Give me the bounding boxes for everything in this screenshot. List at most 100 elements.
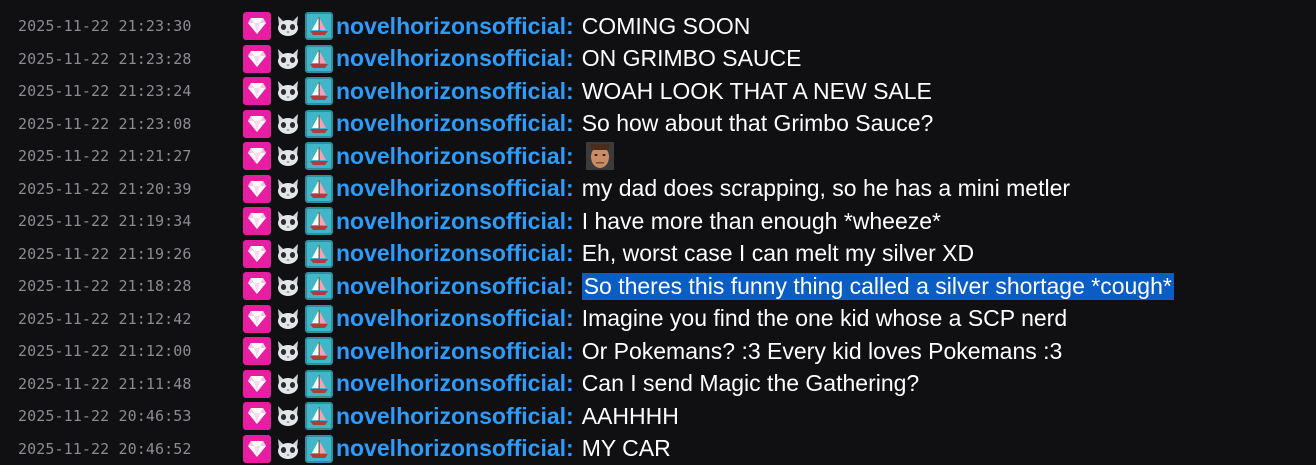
sailboat-icon[interactable] [305, 77, 333, 106]
cat-icon[interactable] [274, 240, 302, 268]
chat-message-row[interactable]: 2025-11-22 21:23:28 novelhorizonsofficial… [0, 43, 1316, 76]
gem-icon[interactable] [243, 239, 271, 268]
gem-icon[interactable] [243, 272, 271, 301]
cat-icon[interactable] [274, 435, 302, 463]
message-timestamp: 2025-11-22 21:12:42 [18, 309, 192, 328]
message-timestamp: 2025-11-22 21:23:24 [18, 82, 192, 101]
sailboat-icon[interactable] [305, 207, 333, 236]
message-text: Imagine you find the one kid whose a SCP… [581, 305, 1068, 332]
sailboat-icon[interactable] [305, 239, 333, 268]
message-text: Eh, worst case I can melt my silver XD [581, 240, 975, 267]
gem-icon[interactable] [243, 109, 271, 138]
chat-message-row[interactable]: 2025-11-22 21:12:42 novelhorizonsofficial… [0, 303, 1316, 336]
user-badges [243, 207, 333, 236]
username-link[interactable]: novelhorizonsofficial: [336, 435, 574, 462]
user-badges [243, 174, 333, 203]
gem-icon[interactable] [243, 77, 271, 106]
chat-message-row[interactable]: 2025-11-22 21:21:27 novelhorizonsofficial… [0, 140, 1316, 173]
message-timestamp: 2025-11-22 21:23:08 [18, 114, 192, 133]
user-badges [243, 109, 333, 138]
username-link[interactable]: novelhorizonsofficial: [336, 45, 574, 72]
chat-message-row[interactable]: 2025-11-22 21:23:30 novelhorizonsofficial… [0, 10, 1316, 43]
sailboat-icon[interactable] [305, 12, 333, 41]
sailboat-icon[interactable] [305, 174, 333, 203]
username-link[interactable]: novelhorizonsofficial: [336, 305, 574, 332]
gem-icon[interactable] [243, 434, 271, 463]
chat-message-row[interactable]: 2025-11-22 21:23:08 novelhorizonsofficial… [0, 108, 1316, 141]
username-link[interactable]: novelhorizonsofficial: [336, 143, 574, 170]
message-text: Can I send Magic the Gathering? [581, 370, 920, 397]
chat-message-row[interactable]: 2025-11-22 21:11:48 novelhorizonsofficial… [0, 368, 1316, 401]
sailboat-icon[interactable] [305, 304, 333, 333]
face-emote-icon [585, 142, 614, 171]
chat-message-row[interactable]: 2025-11-22 21:18:28 novelhorizonsofficial… [0, 270, 1316, 303]
gem-icon[interactable] [243, 12, 271, 41]
username-link[interactable]: novelhorizonsofficial: [336, 13, 574, 40]
sailboat-icon[interactable] [305, 109, 333, 138]
chat-log[interactable]: 2025-11-22 21:23:30 novelhorizonsofficial… [0, 0, 1316, 465]
username-link[interactable]: novelhorizonsofficial: [336, 240, 574, 267]
selected-message-text: So theres this funny thing called a silv… [581, 272, 1174, 300]
chat-message-row[interactable]: 2025-11-22 21:19:26 novelhorizonsofficial… [0, 238, 1316, 271]
username-link[interactable]: novelhorizonsofficial: [336, 370, 574, 397]
sailboat-icon[interactable] [305, 402, 333, 431]
gem-icon[interactable] [243, 207, 271, 236]
chat-message-row[interactable]: 2025-11-22 21:20:39 novelhorizonsofficial… [0, 173, 1316, 206]
sailboat-icon[interactable] [305, 337, 333, 366]
username-link[interactable]: novelhorizonsofficial: [336, 78, 574, 105]
gem-icon[interactable] [243, 369, 271, 398]
user-badges [243, 304, 333, 333]
cat-icon[interactable] [274, 142, 302, 170]
cat-icon[interactable] [274, 305, 302, 333]
user-badges [243, 239, 333, 268]
gem-icon[interactable] [243, 44, 271, 73]
gem-icon[interactable] [243, 174, 271, 203]
chat-message-row[interactable]: 2025-11-22 21:19:34 novelhorizonsofficial… [0, 205, 1316, 238]
cat-icon[interactable] [274, 207, 302, 235]
message-timestamp: 2025-11-22 21:19:34 [18, 212, 192, 231]
gem-icon[interactable] [243, 337, 271, 366]
message-text: AAHHHH [581, 402, 679, 429]
user-badges [243, 12, 333, 41]
username-link[interactable]: novelhorizonsofficial: [336, 208, 574, 235]
chat-message-row[interactable]: 2025-11-22 20:46:52 novelhorizonsofficial… [0, 433, 1316, 465]
username-link[interactable]: novelhorizonsofficial: [336, 110, 574, 137]
chat-message-row[interactable]: 2025-11-22 20:46:53 novelhorizonsofficial… [0, 400, 1316, 433]
cat-icon[interactable] [274, 402, 302, 430]
message-text: MY CAR [581, 435, 671, 462]
cat-icon[interactable] [274, 370, 302, 398]
message-text: COMING SOON [581, 12, 751, 39]
gem-icon[interactable] [243, 304, 271, 333]
user-badges [243, 337, 333, 366]
cat-icon[interactable] [274, 337, 302, 365]
message-text: So how about that Grimbo Sauce? [581, 110, 934, 137]
username-link[interactable]: novelhorizonsofficial: [336, 273, 574, 300]
message-timestamp: 2025-11-22 21:11:48 [18, 374, 192, 393]
cat-icon[interactable] [274, 12, 302, 40]
gem-icon[interactable] [243, 402, 271, 431]
cat-icon[interactable] [274, 175, 302, 203]
gem-icon[interactable] [243, 142, 271, 171]
sailboat-icon[interactable] [305, 272, 333, 301]
cat-icon[interactable] [274, 45, 302, 73]
message-timestamp: 2025-11-22 21:23:28 [18, 49, 192, 68]
sailboat-icon[interactable] [305, 369, 333, 398]
cat-icon[interactable] [274, 77, 302, 105]
chat-message-row[interactable]: 2025-11-22 21:12:00 novelhorizonsofficial… [0, 335, 1316, 368]
username-link[interactable]: novelhorizonsofficial: [336, 403, 574, 430]
username-link[interactable]: novelhorizonsofficial: [336, 338, 574, 365]
message-timestamp: 2025-11-22 21:23:30 [18, 17, 192, 36]
sailboat-icon[interactable] [305, 434, 333, 463]
cat-icon[interactable] [274, 272, 302, 300]
message-text: my dad does scrapping, so he has a mini … [581, 175, 1071, 202]
sailboat-icon[interactable] [305, 44, 333, 73]
sailboat-icon[interactable] [305, 142, 333, 171]
username-link[interactable]: novelhorizonsofficial: [336, 175, 574, 202]
user-badges [243, 77, 333, 106]
chat-message-row[interactable]: 2025-11-22 21:23:24 novelhorizonsofficial… [0, 75, 1316, 108]
user-badges [243, 272, 333, 301]
user-badges [243, 142, 333, 171]
cat-icon[interactable] [274, 110, 302, 138]
message-timestamp: 2025-11-22 21:21:27 [18, 147, 192, 166]
message-timestamp: 2025-11-22 20:46:53 [18, 407, 192, 426]
